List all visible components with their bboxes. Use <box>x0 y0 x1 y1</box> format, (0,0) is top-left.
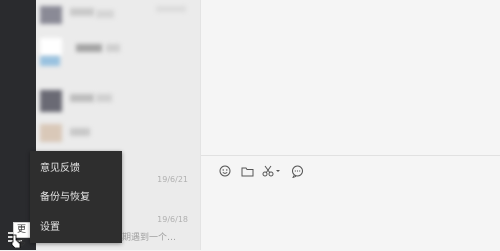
list-item[interactable] <box>36 34 200 66</box>
input-divider <box>201 155 500 156</box>
folder-icon[interactable] <box>239 163 255 179</box>
menu-item-settings[interactable]: 设置 <box>40 221 60 235</box>
chat-panel <box>200 0 500 250</box>
chat-bubble-icon[interactable] <box>289 163 305 179</box>
hand-cursor-icon <box>11 234 21 248</box>
conversation-snippet: …期遇到一个… <box>113 233 177 243</box>
menu-item-feedback[interactable]: 意见反馈 <box>40 162 80 176</box>
list-item[interactable] <box>36 86 200 116</box>
more-menu: 意见反馈 备份与恢复 设置 <box>30 151 122 243</box>
conversation-date: 19/6/21 <box>157 175 188 184</box>
scissors-icon[interactable] <box>261 163 283 179</box>
list-item[interactable] <box>36 0 200 30</box>
menu-item-backup[interactable]: 备份与恢复 <box>40 191 90 205</box>
input-toolbar <box>217 163 305 179</box>
list-item[interactable] <box>36 120 200 150</box>
conversation-date: 19/6/18 <box>157 215 188 224</box>
emoji-icon[interactable] <box>217 163 233 179</box>
